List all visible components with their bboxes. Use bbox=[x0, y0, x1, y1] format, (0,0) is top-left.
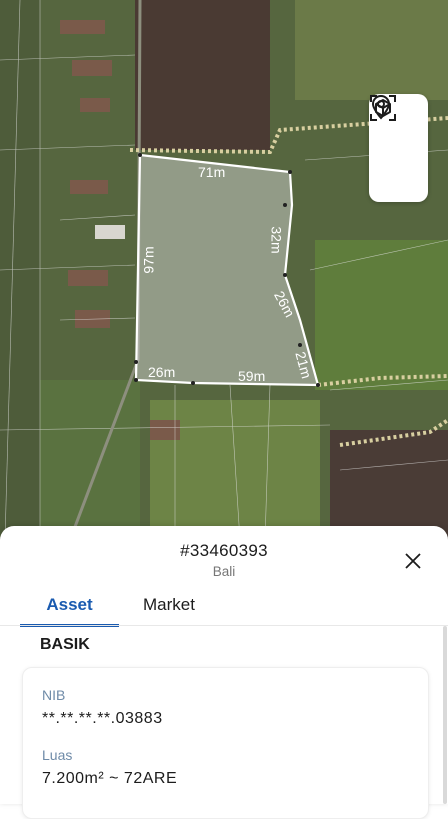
edge-label-top: 71m bbox=[198, 164, 226, 180]
edge-label-right-upper: 32m bbox=[268, 226, 285, 254]
edge-label-bottom-right: 59m bbox=[238, 368, 266, 384]
scrollbar[interactable] bbox=[443, 626, 447, 804]
close-icon bbox=[405, 553, 421, 569]
edge-label-left: 97m bbox=[140, 246, 157, 274]
nib-label: NIB bbox=[42, 687, 66, 703]
luas-value: 7.200m² ~ 72ARE bbox=[42, 770, 178, 787]
tab-market[interactable]: Market bbox=[119, 592, 219, 624]
3d-view-button[interactable] bbox=[370, 95, 419, 195]
tab-divider bbox=[0, 625, 448, 626]
asset-bottom-sheet: #33460393 Bali Asset Market BASIK NIB **… bbox=[0, 526, 448, 819]
nib-value: **.**.**.**.03883 bbox=[42, 710, 163, 727]
map-controls bbox=[369, 94, 428, 202]
asset-id-title: #33460393 bbox=[180, 541, 268, 560]
3d-cube-icon bbox=[370, 95, 396, 121]
satellite-map[interactable]: 71m 32m 26m 21m 59m 26m 97m bbox=[0, 0, 448, 540]
tab-asset[interactable]: Asset bbox=[20, 592, 119, 627]
asset-location-subtitle: Bali bbox=[212, 564, 236, 579]
section-title: BASIK bbox=[40, 636, 90, 653]
luas-label: Luas bbox=[42, 747, 73, 763]
tab-bar: Asset Market bbox=[20, 592, 428, 627]
map-canvas bbox=[0, 0, 448, 540]
info-card: NIB **.**.**.**.03883 Luas 7.200m² ~ 72A… bbox=[22, 667, 429, 819]
edge-label-bottom-left: 26m bbox=[148, 364, 176, 380]
close-button[interactable] bbox=[400, 548, 426, 574]
